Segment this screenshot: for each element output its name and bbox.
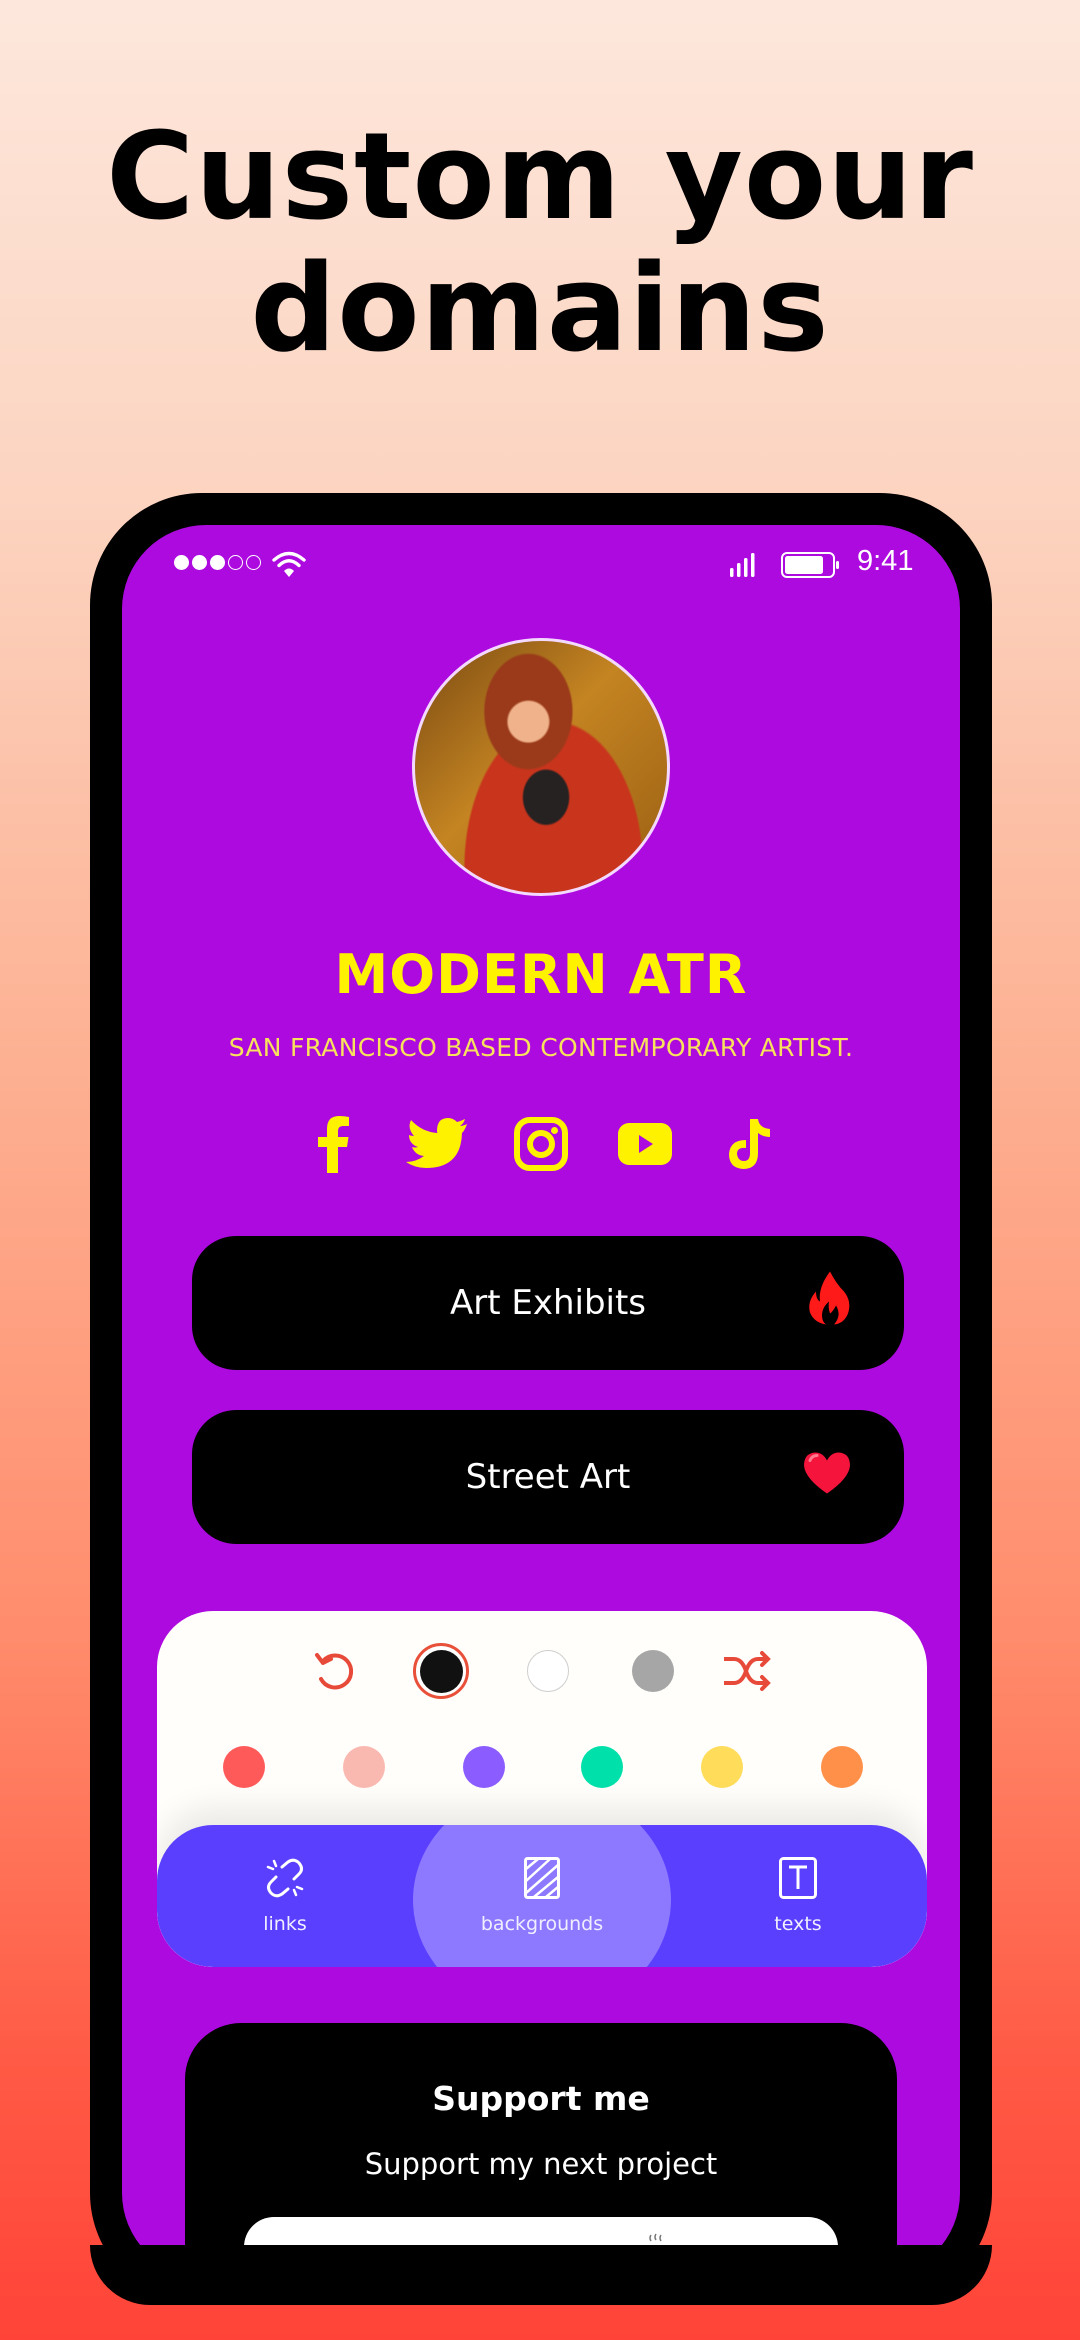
link-label: Street Art xyxy=(465,1457,631,1497)
swatch-purple[interactable] xyxy=(463,1746,505,1788)
facebook-icon[interactable] xyxy=(302,1113,364,1175)
swatch-pink[interactable] xyxy=(343,1746,385,1788)
signal-strength-dots-icon xyxy=(174,555,261,570)
swatch-orange[interactable] xyxy=(821,1746,863,1788)
phone-bottom-bezel xyxy=(90,2245,992,2305)
tab-texts[interactable]: texts xyxy=(698,1825,898,1967)
shuffle-icon[interactable] xyxy=(719,1641,775,1701)
youtube-icon[interactable] xyxy=(614,1113,676,1175)
cellular-bars-icon xyxy=(730,553,755,577)
support-title: Support me xyxy=(432,2079,650,2118)
reset-icon[interactable] xyxy=(307,1641,363,1701)
support-subtitle: Support my next project xyxy=(364,2147,718,2181)
headline: Custom your domains xyxy=(0,112,1080,376)
status-bar: 9:41 xyxy=(122,525,960,625)
swatch-red[interactable] xyxy=(223,1746,265,1788)
background-color-panel: links backgrounds texts xyxy=(157,1611,927,1967)
swatch-yellow[interactable] xyxy=(701,1746,743,1788)
wifi-icon xyxy=(272,551,306,577)
tab-label: texts xyxy=(774,1913,822,1935)
broken-link-icon xyxy=(266,1858,304,1898)
tab-label: links xyxy=(263,1913,307,1935)
profile-bio: SAN FRANCISCO BASED CONTEMPORARY ARTIST. xyxy=(228,1033,854,1062)
background-pattern-icon xyxy=(524,1857,560,1899)
headline-line-1: Custom your xyxy=(106,108,974,247)
link-button-art-exhibits[interactable]: Art Exhibits xyxy=(192,1236,904,1370)
battery-icon xyxy=(781,552,839,578)
tiktok-icon[interactable] xyxy=(718,1113,780,1175)
tab-backgrounds[interactable]: backgrounds xyxy=(442,1825,642,1967)
text-box-icon xyxy=(779,1857,817,1899)
fire-icon xyxy=(806,1271,852,1335)
primary-swatch-row xyxy=(157,1641,927,1701)
swatch-white[interactable] xyxy=(520,1641,576,1701)
support-card: Support me Support my next project Buy m… xyxy=(185,2023,897,2277)
tab-links[interactable]: links xyxy=(185,1825,385,1967)
editor-tab-bar: links backgrounds texts xyxy=(157,1825,927,1967)
status-time: 9:41 xyxy=(857,545,914,577)
link-button-street-art[interactable]: Street Art xyxy=(192,1410,904,1544)
phone-frame: 9:41 MODERN ATR SAN FRANCISCO BASED CONT… xyxy=(90,493,992,2305)
twitter-icon[interactable] xyxy=(406,1113,468,1175)
phone-screen: 9:41 MODERN ATR SAN FRANCISCO BASED CONT… xyxy=(122,525,960,2277)
swatch-gray[interactable] xyxy=(625,1641,681,1701)
accent-swatch-row xyxy=(157,1746,927,1796)
headline-line-2: domains xyxy=(250,240,830,379)
heart-icon xyxy=(802,1451,852,1504)
profile-name: MODERN ATR xyxy=(334,943,748,1006)
link-label: Art Exhibits xyxy=(449,1283,647,1323)
avatar[interactable] xyxy=(412,638,670,896)
swatch-green[interactable] xyxy=(581,1746,623,1788)
instagram-icon[interactable] xyxy=(510,1113,572,1175)
tab-label: backgrounds xyxy=(480,1913,604,1935)
social-links xyxy=(122,1113,960,1175)
swatch-black-selected[interactable] xyxy=(413,1641,469,1701)
